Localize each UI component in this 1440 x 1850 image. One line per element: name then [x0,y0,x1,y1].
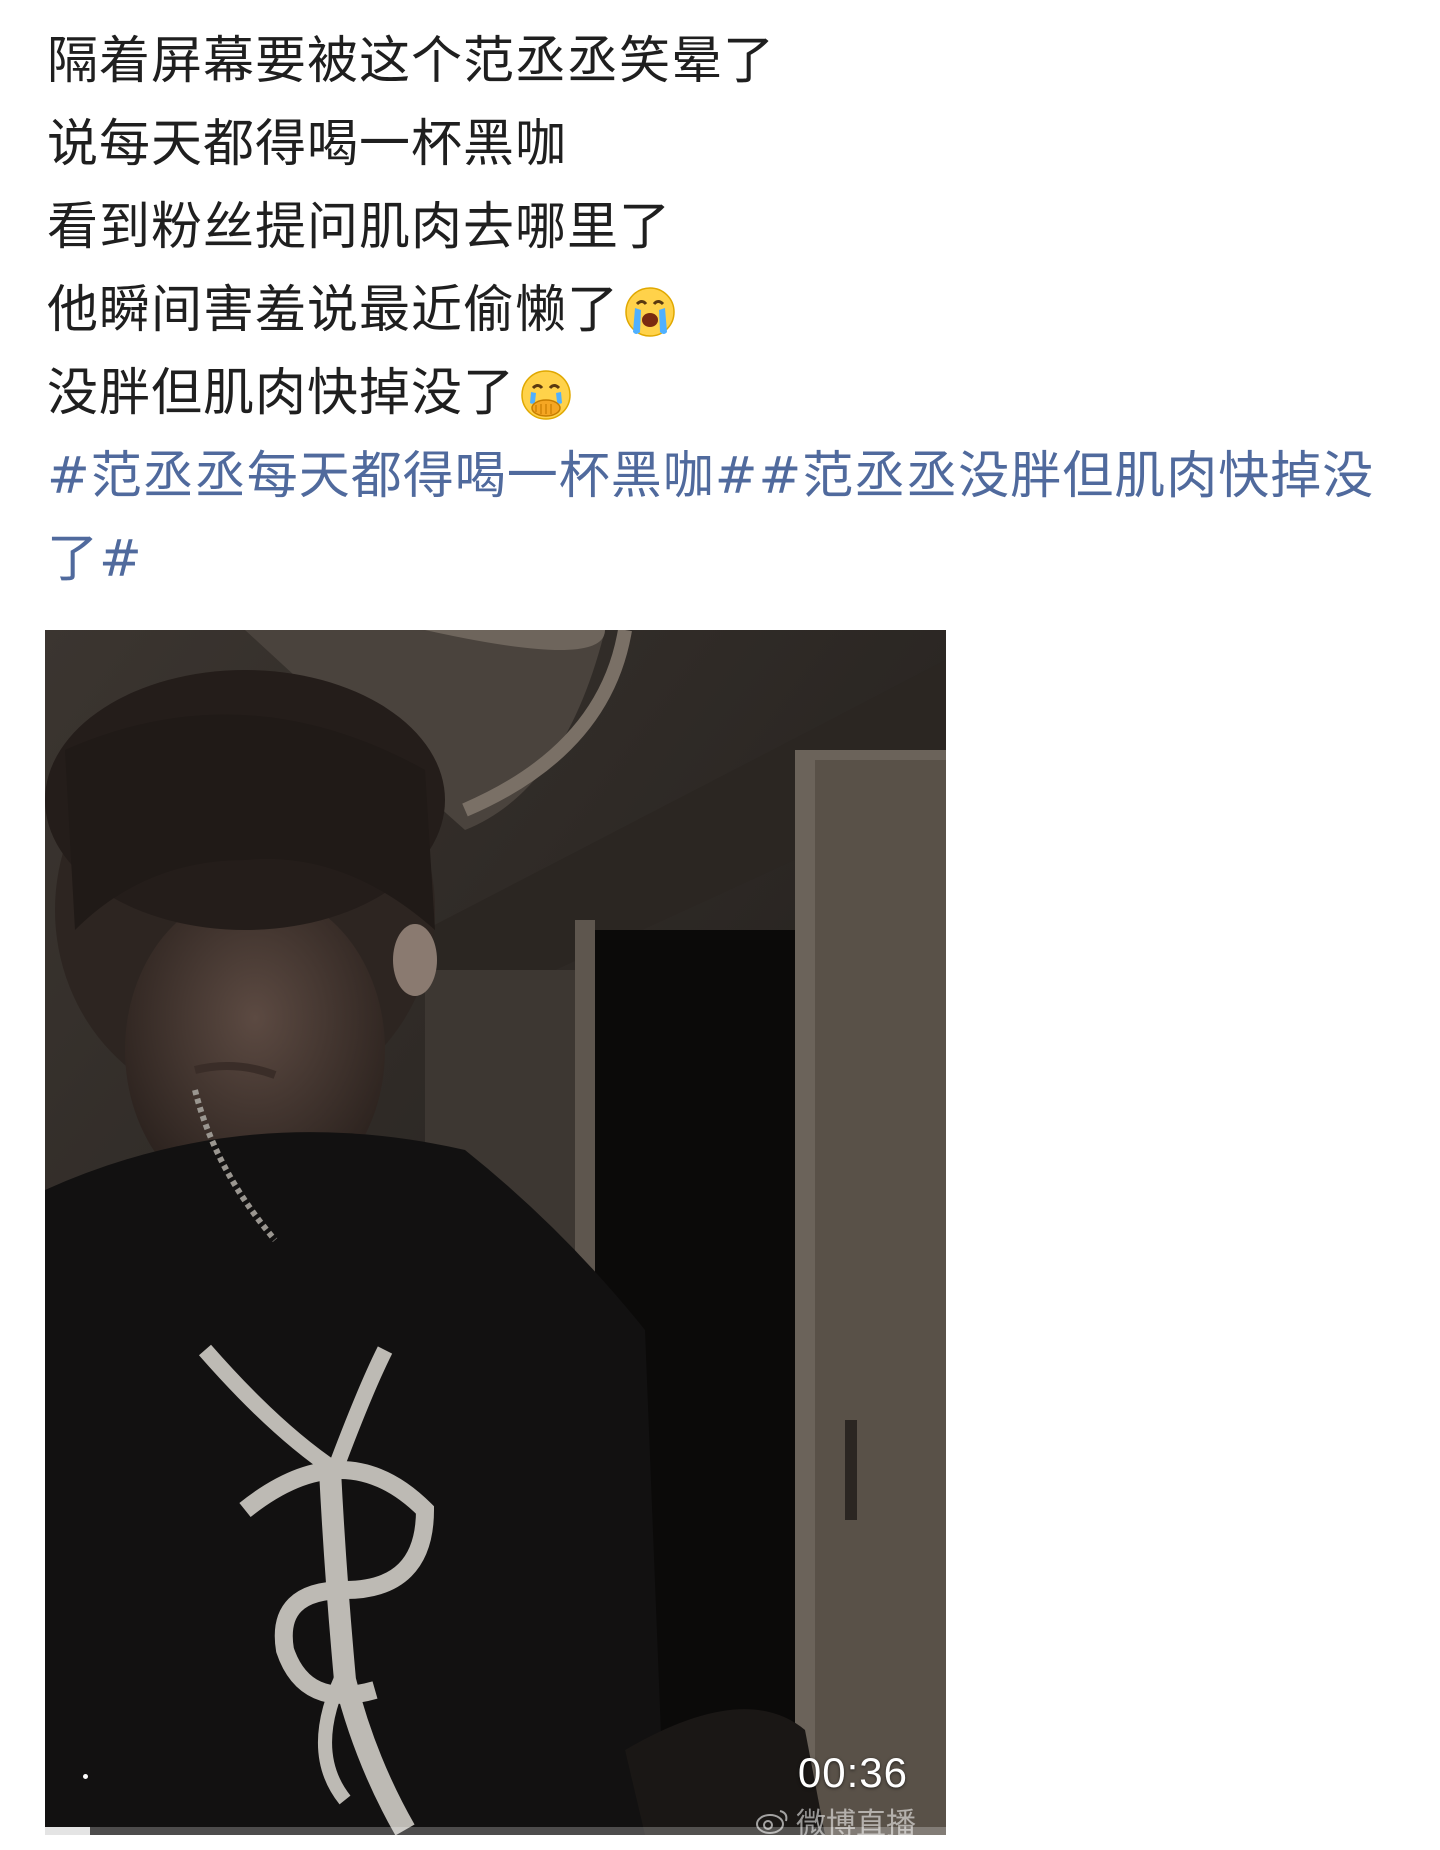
topic-hashtags: #范丞丞每天都得喝一杯黑咖##范丞丞没胖但肌肉快掉没了# [47,435,1377,601]
post-line: 隔着屏幕要被这个范丞丞笑晕了 [47,32,776,91]
post-line: 说每天都得喝一杯黑咖 [47,115,568,174]
covering-mouth-crying-face-icon [521,369,571,420]
weibo-post: 隔着屏幕要被这个范丞丞笑晕了 说每天都得喝一杯黑咖 看到粉丝提问肌肉去哪里了 他… [47,20,1417,601]
video-player[interactable]: 00:36 微博直播 [45,630,946,1835]
video-duration: 00:36 [797,1749,908,1796]
video-frame [45,630,946,1835]
crying-face-icon [625,286,675,337]
post-line: 没胖但肌肉快掉没了 [47,352,1417,435]
video-progress-bar[interactable] [45,1827,946,1835]
post-body: 隔着屏幕要被这个范丞丞笑晕了 说每天都得喝一杯黑咖 看到粉丝提问肌肉去哪里了 他… [47,20,1417,435]
video-indicator-dot [83,1774,88,1779]
topic-link[interactable]: #范丞丞每天都得喝一杯黑咖# [47,447,758,506]
post-line: 看到粉丝提问肌肉去哪里了 [47,198,672,257]
video-progress-fill [45,1827,91,1835]
post-line: 他瞬间害羞说最近偷懒了 [47,269,1417,352]
